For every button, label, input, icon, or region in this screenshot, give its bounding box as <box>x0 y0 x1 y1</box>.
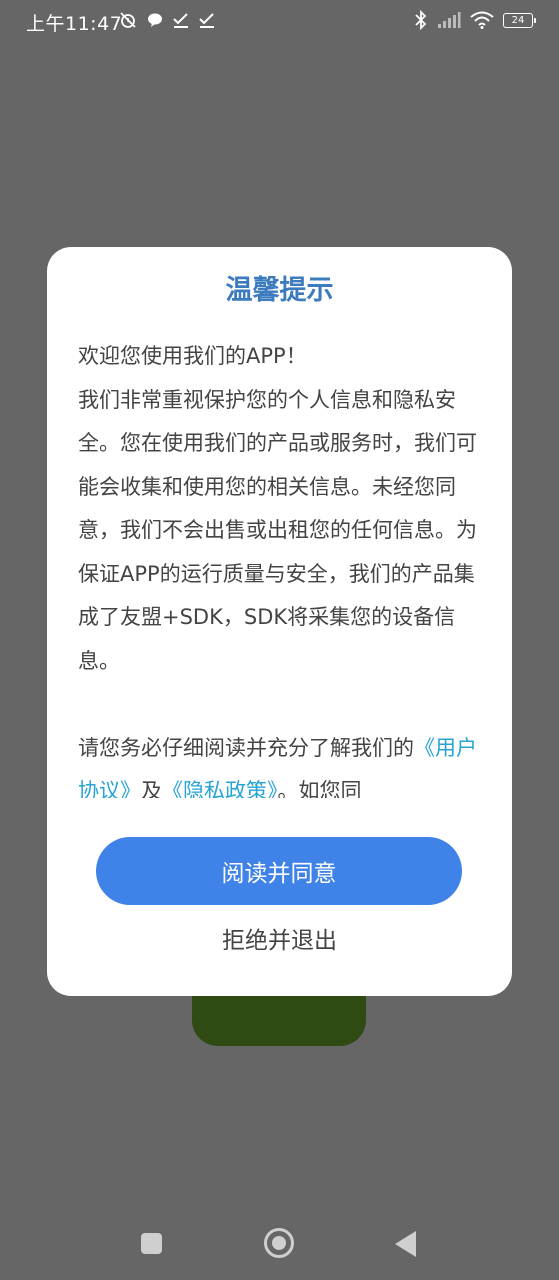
status-time: 上午11:47 <box>26 13 123 35</box>
recents-button[interactable] <box>141 1233 162 1254</box>
check-download-icon-2 <box>199 13 214 28</box>
chat-bubble-icon <box>148 13 162 27</box>
welcome-text: 欢迎您使用我们的APP！ <box>78 344 307 368</box>
status-system-icons: 24 <box>414 10 536 30</box>
agree-button[interactable]: 阅读并同意 <box>96 837 462 905</box>
battery-icon: 24 <box>503 12 536 28</box>
alarm-off-icon <box>120 12 136 28</box>
bluetooth-icon <box>415 10 427 30</box>
battery-level: 24 <box>511 14 525 26</box>
agreement-prefix-text: 请您务必仔细阅读并充分了解我们的 <box>78 735 414 760</box>
back-button[interactable] <box>395 1231 416 1257</box>
dialog-title: 温馨提示 <box>225 275 334 306</box>
wifi-icon <box>470 11 494 29</box>
home-button[interactable] <box>264 1228 294 1258</box>
navigation-bar <box>0 1214 559 1274</box>
privacy-statement-text: 我们非常重视保护您的个人信息和隐私安全。您在使用我们的产品或服务时，我们可能会收… <box>78 387 477 673</box>
signal-icon <box>438 12 461 28</box>
dialog-body[interactable]: 欢迎您使用我们的APP！ 我们非常重视保护您的个人信息和隐私安全。您在使用我们的… <box>78 335 488 798</box>
conjunction-text: 及 <box>141 779 162 798</box>
status-bar: 上午11:47 24 <box>0 0 559 44</box>
agreement-suffix-text: 。如您同 <box>277 779 362 798</box>
status-notification-icons <box>118 10 216 30</box>
privacy-policy-link[interactable]: 《隐私政策》 <box>162 779 278 798</box>
agreement-paragraph: 请您务必仔细阅读并充分了解我们的《用户协议》及《隐私政策》。如您同 <box>78 727 488 799</box>
check-download-icon <box>173 13 188 28</box>
reject-button[interactable]: 拒绝并退出 <box>0 921 559 955</box>
